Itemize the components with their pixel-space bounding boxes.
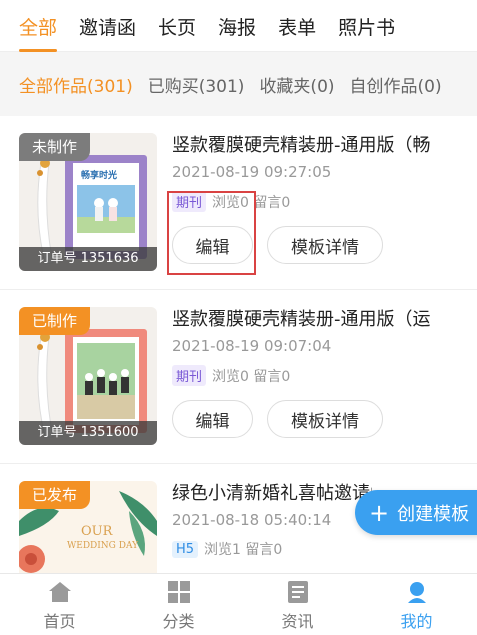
work-title[interactable]: 绿色小清新婚礼喜帖邀请函: [172, 479, 372, 505]
order-number: 订单号 1351600: [19, 421, 157, 445]
nav-category[interactable]: 分类: [119, 574, 238, 635]
filter-favorites[interactable]: 收藏夹(0): [259, 72, 334, 97]
top-tabs: 全部 邀请函 长页 海报 表单 照片书: [0, 0, 477, 52]
status-badge: 已制作: [19, 307, 91, 335]
tab-poster[interactable]: 海报: [218, 0, 256, 52]
work-title[interactable]: 竖款覆膜硬壳精装册-通用版（运: [172, 305, 464, 331]
filter-all-works[interactable]: 全部作品(301): [19, 72, 133, 97]
tab-form[interactable]: 表单: [278, 0, 316, 52]
thumb-our-text: OUR: [81, 524, 113, 539]
work-meta: 期刊 浏览0 留言0: [172, 365, 290, 386]
plus-icon: +: [369, 498, 390, 527]
bottom-nav: 首页 分类 资讯 我的: [0, 573, 477, 635]
edit-button[interactable]: 编辑: [172, 400, 253, 438]
type-tag: 期刊: [172, 365, 207, 386]
work-thumbnail[interactable]: 已制作 订单号 1351600: [19, 307, 157, 445]
edit-button[interactable]: 编辑: [172, 226, 253, 264]
work-meta: 期刊 浏览0 留言0: [172, 191, 290, 212]
template-detail-button[interactable]: 模板详情: [267, 226, 383, 264]
work-title[interactable]: 竖款覆膜硬壳精装册-通用版（畅: [172, 131, 464, 157]
create-template-button[interactable]: + 创建模板: [355, 490, 477, 535]
nav-news[interactable]: 资讯: [238, 574, 357, 635]
nav-home-label: 首页: [43, 611, 76, 631]
work-meta: H5 浏览1 留言0: [172, 539, 282, 559]
status-badge: 已发布: [19, 481, 91, 509]
nav-category-label: 分类: [162, 611, 195, 631]
work-date: 2021-08-18 05:40:14: [172, 511, 332, 529]
home-icon: [48, 581, 71, 602]
grid-icon: [167, 580, 190, 603]
tab-invitation[interactable]: 邀请函: [79, 0, 136, 52]
nav-mine[interactable]: 我的: [357, 574, 476, 635]
work-card[interactable]: 畅享时光 未制作 订单号 1351636 竖款覆膜硬壳精装册-通用版（畅 202…: [0, 116, 477, 290]
create-template-label: 创建模板: [397, 503, 470, 525]
order-number: 订单号 1351636: [19, 247, 157, 271]
thumb-title-text: 畅享时光: [81, 171, 118, 181]
work-thumbnail[interactable]: 畅享时光 未制作 订单号 1351636: [19, 133, 157, 271]
tab-photo-book[interactable]: 照片书: [338, 0, 395, 52]
view-comment-stats: 浏览0 留言0: [212, 194, 291, 211]
work-card[interactable]: 已制作 订单号 1351600 竖款覆膜硬壳精装册-通用版（运 2021-08-…: [0, 290, 477, 464]
status-badge: 未制作: [19, 133, 91, 161]
thumb-wedding-day-text: WEDDING DAY: [67, 541, 139, 551]
type-tag: H5: [172, 540, 199, 558]
work-date: 2021-08-19 09:27:05: [172, 163, 332, 181]
nav-news-label: 资讯: [281, 611, 314, 631]
news-icon: [287, 580, 308, 603]
filter-row: 全部作品(301) 已购买(301) 收藏夹(0) 自创作品(0): [0, 52, 477, 116]
filter-self-created[interactable]: 自创作品(0): [350, 72, 442, 97]
profile-icon: [407, 581, 426, 603]
work-date: 2021-08-19 09:07:04: [172, 337, 332, 355]
view-comment-stats: 浏览0 留言0: [212, 368, 291, 385]
nav-mine-label: 我的: [400, 611, 433, 631]
tab-all[interactable]: 全部: [19, 0, 58, 52]
template-detail-button[interactable]: 模板详情: [267, 400, 383, 438]
filter-purchased[interactable]: 已购买(301): [148, 72, 245, 97]
type-tag: 期刊: [172, 191, 207, 212]
view-comment-stats: 浏览1 留言0: [204, 542, 283, 558]
tab-long-page[interactable]: 长页: [158, 0, 196, 52]
nav-home[interactable]: 首页: [0, 574, 119, 635]
